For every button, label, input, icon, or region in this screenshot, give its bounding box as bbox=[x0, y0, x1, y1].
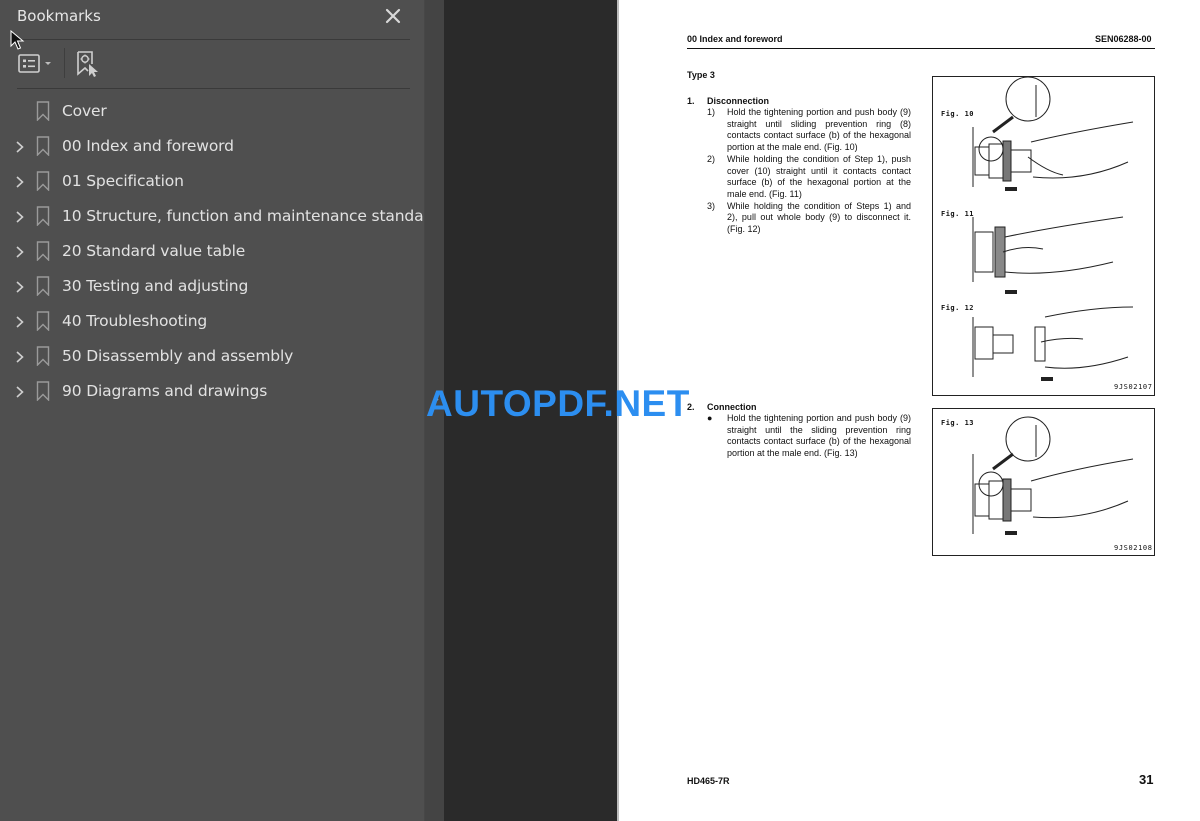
panel-title: Bookmarks bbox=[17, 7, 101, 25]
step-number: 3) bbox=[707, 200, 716, 211]
step-text: Hold the tightening portion and push bod… bbox=[727, 413, 911, 459]
find-bookmark-icon bbox=[77, 51, 98, 77]
bookmark-item[interactable]: 90 Diagrams and drawings bbox=[0, 374, 424, 409]
bookmark-item[interactable]: 01 Specification bbox=[0, 164, 424, 199]
bookmark-item[interactable]: 50 Disassembly and assembly bbox=[0, 339, 424, 374]
bookmark-item[interactable]: 20 Standard value table bbox=[0, 234, 424, 269]
page-footer-model: HD465-7R bbox=[687, 776, 730, 786]
bookmark-item[interactable]: 30 Testing and adjusting bbox=[0, 269, 424, 304]
step: ● Hold the tightening portion and push bo… bbox=[707, 413, 911, 460]
bookmark-icon bbox=[36, 346, 50, 366]
bookmark-icon bbox=[36, 241, 50, 261]
list-options-icon bbox=[18, 54, 51, 73]
step: 3) While holding the condition of Steps 1… bbox=[707, 201, 911, 236]
bookmark-label: 10 Structure, function and maintenance s… bbox=[62, 207, 440, 225]
chevron-right-icon[interactable] bbox=[14, 175, 26, 189]
step: 1) Hold the tightening portion and push b… bbox=[707, 107, 911, 154]
bookmark-label: Cover bbox=[62, 102, 107, 120]
bookmark-icon bbox=[36, 276, 50, 296]
section-number: 1. bbox=[687, 96, 695, 106]
chevron-right-icon[interactable] bbox=[14, 280, 26, 294]
bookmark-icon bbox=[36, 136, 50, 156]
coupling-illustration bbox=[972, 77, 1134, 381]
step-text: Hold the tightening portion and push bod… bbox=[727, 107, 911, 153]
bookmark-label: 30 Testing and adjusting bbox=[62, 277, 249, 295]
figure-code: 9JS02108 bbox=[1114, 544, 1153, 552]
bookmark-label: 00 Index and foreword bbox=[62, 137, 234, 155]
header-rule bbox=[687, 48, 1155, 49]
bookmark-label: 40 Troubleshooting bbox=[62, 312, 208, 330]
chevron-right-icon[interactable] bbox=[14, 315, 26, 329]
find-current-bookmark-button[interactable] bbox=[76, 50, 102, 78]
bookmark-icon bbox=[36, 381, 50, 401]
chevron-right-icon[interactable] bbox=[14, 245, 26, 259]
pdf-page: 00 Index and foreword SEN06288-00 Type 3… bbox=[617, 0, 1200, 821]
connection-illustration bbox=[972, 416, 1134, 535]
mouse-cursor-icon bbox=[10, 30, 25, 50]
close-panel-button[interactable] bbox=[382, 5, 404, 27]
panel-divider bbox=[17, 39, 410, 40]
toolbar-separator bbox=[64, 48, 65, 78]
pdf-viewer: Bookmarks Cover 00 Index and foreword 01… bbox=[0, 0, 1200, 821]
step-text: While holding the condition of Steps 1) … bbox=[727, 200, 911, 235]
step-number: 1) bbox=[707, 107, 716, 117]
bullet: ● bbox=[707, 413, 713, 423]
bookmark-icon bbox=[36, 311, 50, 331]
figure-box-fig13: Fig. 13 9JS02108 bbox=[932, 408, 1155, 556]
bookmark-label: 50 Disassembly and assembly bbox=[62, 347, 294, 365]
chevron-right-icon[interactable] bbox=[14, 210, 26, 224]
bookmark-item[interactable]: 40 Troubleshooting bbox=[0, 304, 424, 339]
bookmark-label: 90 Diagrams and drawings bbox=[62, 382, 268, 400]
chevron-right-icon[interactable] bbox=[14, 385, 26, 399]
page-header-doc-id: SEN06288-00 bbox=[1095, 34, 1152, 44]
section-title: Connection bbox=[707, 402, 757, 412]
bookmark-item[interactable]: 00 Index and foreword bbox=[0, 129, 424, 164]
subtitle: Type 3 bbox=[687, 70, 715, 80]
bookmark-list: Cover 00 Index and foreword 01 Specificati… bbox=[0, 94, 439, 409]
bookmark-item[interactable]: 10 Structure, function and maintenance s… bbox=[0, 199, 439, 234]
bookmark-label: 20 Standard value table bbox=[62, 242, 246, 260]
bookmark-icon bbox=[36, 171, 50, 191]
bookmark-icon bbox=[36, 206, 50, 226]
watermark: AUTOPDF.NET bbox=[426, 383, 690, 424]
bookmark-item[interactable]: Cover bbox=[0, 94, 424, 129]
step-number: 2) bbox=[707, 153, 716, 164]
step: 2) While holding the condition of Step 1)… bbox=[707, 154, 911, 201]
bookmarks-panel: Bookmarks Cover 00 Index and foreword 01… bbox=[0, 0, 439, 821]
bookmark-icon bbox=[36, 101, 50, 121]
page-number: 31 bbox=[1139, 772, 1154, 787]
figure-code: 9JS02107 bbox=[1114, 383, 1153, 391]
bookmark-options-button[interactable] bbox=[17, 52, 57, 76]
chevron-right-icon[interactable] bbox=[14, 140, 26, 154]
chevron-right-icon[interactable] bbox=[14, 350, 26, 364]
section-title: Disconnection bbox=[707, 96, 770, 106]
close-icon bbox=[385, 8, 401, 24]
step-text: While holding the condition of Step 1), … bbox=[727, 153, 911, 199]
toolbar-divider bbox=[17, 88, 410, 89]
figure-box-fig10-12: Fig. 10 Fig. 11 Fig. 12 9JS02107 bbox=[932, 76, 1155, 396]
bookmark-label: 01 Specification bbox=[62, 172, 184, 190]
page-header-section: 00 Index and foreword bbox=[687, 34, 783, 44]
